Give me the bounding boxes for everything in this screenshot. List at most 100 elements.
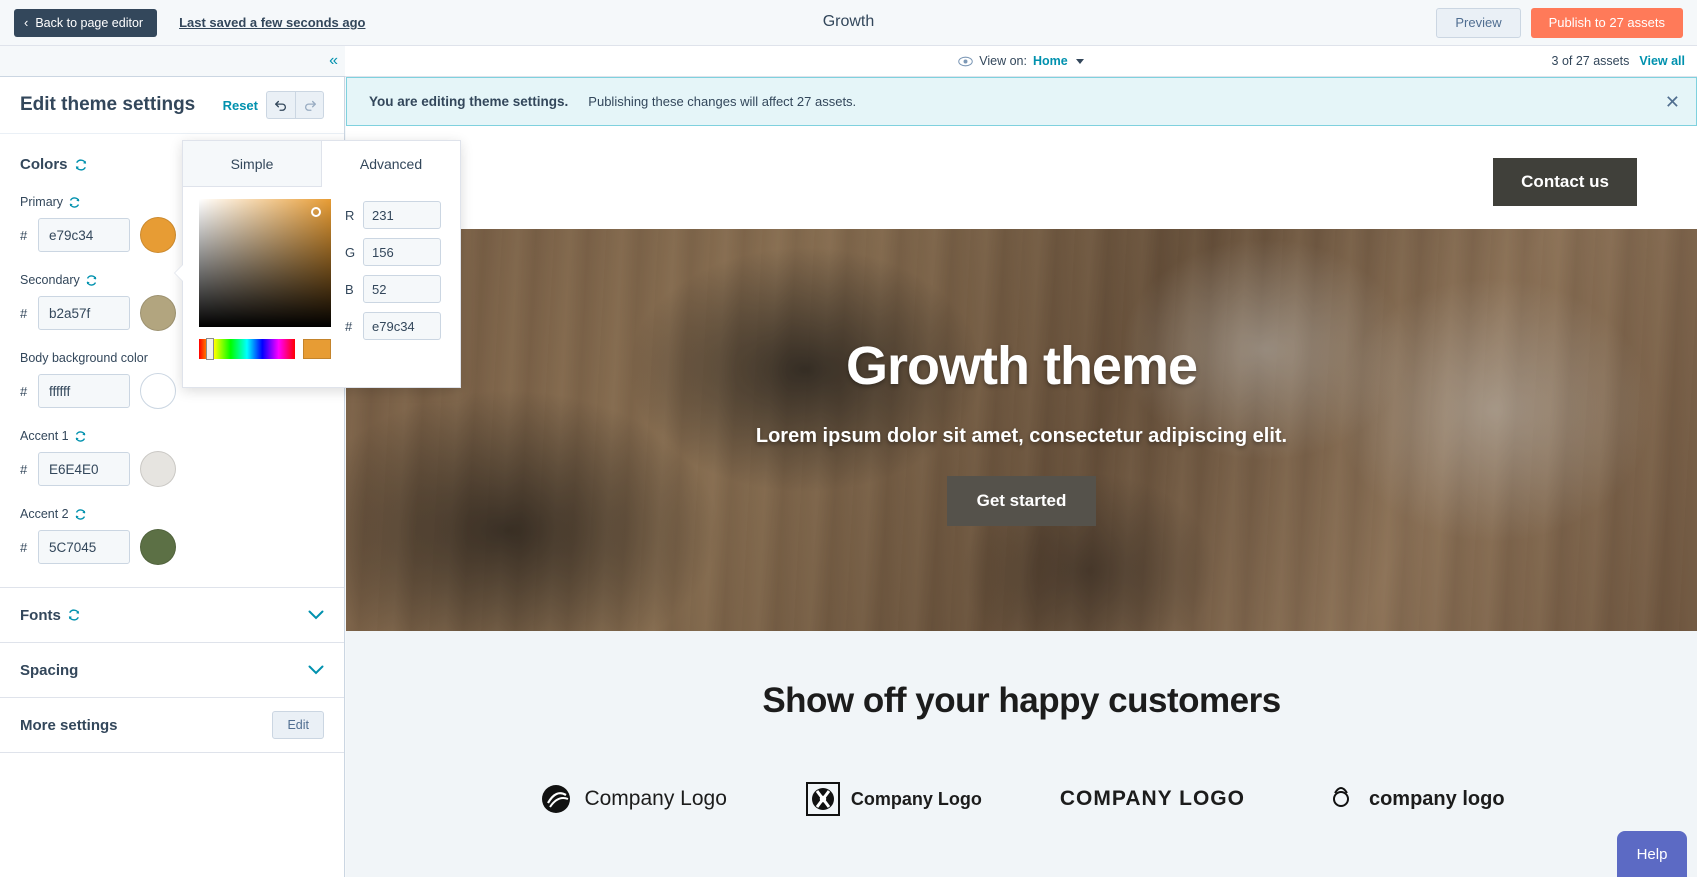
redo-icon[interactable]	[295, 91, 324, 119]
label-text: Primary	[20, 195, 64, 209]
accent-1-hex-input[interactable]	[38, 452, 130, 486]
help-button[interactable]: Help	[1617, 831, 1687, 877]
tab-advanced[interactable]: Advanced	[322, 141, 460, 187]
logo-text: Company Logo	[850, 788, 982, 809]
more-settings-row: More settings Edit	[0, 698, 344, 753]
rgb-inputs-column: R G B #	[345, 199, 441, 359]
body-background-color-swatch[interactable]	[140, 373, 176, 409]
undo-icon[interactable]	[266, 91, 295, 119]
hash-symbol: #	[20, 383, 28, 399]
color-picker-tabs: Simple Advanced	[183, 141, 460, 187]
blue-input[interactable]	[363, 275, 441, 303]
tab-simple[interactable]: Simple	[183, 141, 322, 187]
hue-slider[interactable]	[199, 338, 295, 360]
hero-content: Growth theme Lorem ipsum dolor sit amet,…	[346, 229, 1697, 631]
accent-2-hex-input[interactable]	[38, 530, 130, 564]
top-toolbar-actions: Preview Publish to 27 assets	[1436, 7, 1683, 38]
more-settings-label: More settings	[20, 716, 118, 734]
more-settings-edit-button[interactable]: Edit	[272, 711, 324, 739]
logo-item: company logo	[1323, 781, 1505, 817]
rgb-row-blue: B	[345, 275, 441, 303]
saturation-handle[interactable]	[311, 207, 321, 217]
primary-hex-input[interactable]	[38, 218, 130, 252]
logo-item: Company Logo	[538, 781, 727, 817]
picker-hex-input[interactable]	[363, 312, 441, 340]
hex-label: #	[345, 318, 353, 334]
color-field-row: #	[20, 529, 324, 565]
customer-logo-row: Company Logo Company Logo COMPANY LOGO c…	[346, 781, 1697, 817]
secondary-color-swatch[interactable]	[140, 295, 176, 331]
chevron-down-icon[interactable]	[1075, 58, 1084, 64]
logo-text: Company Logo	[584, 787, 727, 810]
view-on-value[interactable]: Home	[1033, 54, 1068, 68]
primary-color-swatch[interactable]	[140, 217, 176, 253]
secondary-hex-input[interactable]	[38, 296, 130, 330]
fonts-section-row[interactable]: Fonts	[0, 588, 344, 643]
banner-description: Publishing these changes will affect 27 …	[588, 94, 857, 109]
hero-subtitle: Lorem ipsum dolor sit amet, consectetur …	[755, 424, 1288, 447]
contact-us-button[interactable]: Contact us	[1493, 158, 1637, 206]
back-button-label: Back to page editor	[35, 15, 144, 30]
color-field-accent-2: Accent 2 #	[20, 507, 324, 565]
label-text: Body background color	[20, 351, 148, 365]
label-text: Accent 2	[20, 507, 69, 521]
chevron-left-icon: ‹	[24, 15, 29, 30]
blue-label: B	[345, 281, 354, 297]
saturation-column	[199, 199, 331, 360]
refresh-icon[interactable]	[74, 158, 88, 172]
view-on-control: View on: Home	[345, 54, 1697, 69]
refresh-icon[interactable]	[74, 508, 87, 521]
logo-text: COMPANY LOGO	[1059, 787, 1245, 810]
logo-text: company logo	[1368, 787, 1505, 810]
hash-symbol: #	[20, 227, 28, 243]
logo-item: COMPANY LOGO	[1060, 787, 1245, 811]
label-text: Accent 1	[20, 429, 69, 443]
color-field-row: #	[20, 451, 324, 487]
color-picker-body: R G B #	[183, 187, 460, 360]
logo-item: Company Logo	[805, 781, 982, 817]
rgb-row-green: G	[345, 238, 441, 266]
green-input[interactable]	[363, 238, 441, 266]
theme-settings-banner: You are editing theme settings. Publishi…	[346, 77, 1697, 126]
site-preview-canvas: Contact us Growth theme Lorem ipsum dolo…	[346, 126, 1697, 877]
sidebar-header: Edit theme settings Reset	[0, 77, 344, 134]
refresh-icon[interactable]	[67, 608, 81, 622]
rgb-row-hex: #	[345, 312, 441, 340]
popover-arrow	[175, 265, 183, 281]
saturation-value-area[interactable]	[199, 199, 331, 327]
double-chevron-left-icon[interactable]: «	[329, 53, 338, 69]
rgb-row-red: R	[345, 201, 441, 229]
current-color-preview	[303, 339, 331, 359]
close-icon[interactable]: ✕	[1665, 93, 1680, 111]
spacing-section-row[interactable]: Spacing	[0, 643, 344, 698]
red-input[interactable]	[363, 201, 441, 229]
chevron-down-icon[interactable]	[308, 663, 324, 678]
site-navigation: Contact us	[346, 126, 1697, 229]
fonts-section-label: Fonts	[20, 606, 61, 624]
preview-button[interactable]: Preview	[1436, 7, 1521, 38]
refresh-icon[interactable]	[68, 196, 81, 209]
publish-button[interactable]: Publish to 27 assets	[1530, 7, 1683, 38]
body-background-hex-input[interactable]	[38, 374, 130, 408]
accent-1-color-swatch[interactable]	[140, 451, 176, 487]
refresh-icon[interactable]	[85, 274, 98, 287]
hue-row	[199, 338, 331, 360]
customers-section: Show off your happy customers Company Lo…	[346, 631, 1697, 877]
chevron-down-icon[interactable]	[308, 608, 324, 623]
last-saved-status[interactable]: Last saved a few seconds ago	[179, 15, 365, 30]
undo-redo-group	[266, 91, 324, 119]
reset-button[interactable]: Reset	[223, 98, 258, 113]
company-logo-mark-4-icon	[1323, 781, 1359, 817]
get-started-button[interactable]: Get started	[946, 475, 1097, 526]
company-logo-mark-1-icon	[538, 781, 574, 817]
colors-section-label: Colors	[20, 156, 68, 173]
accent-2-color-swatch[interactable]	[140, 529, 176, 565]
red-label: R	[345, 207, 355, 223]
back-to-page-editor-button[interactable]: ‹ Back to page editor	[14, 8, 158, 37]
hero-title: Growth theme	[845, 335, 1198, 396]
color-field-accent-1: Accent 1 #	[20, 429, 324, 487]
sidebar-header-actions: Reset	[223, 91, 324, 119]
refresh-icon[interactable]	[74, 430, 87, 443]
color-field-label: Accent 1	[20, 429, 324, 443]
hue-slider-handle[interactable]	[206, 338, 214, 360]
